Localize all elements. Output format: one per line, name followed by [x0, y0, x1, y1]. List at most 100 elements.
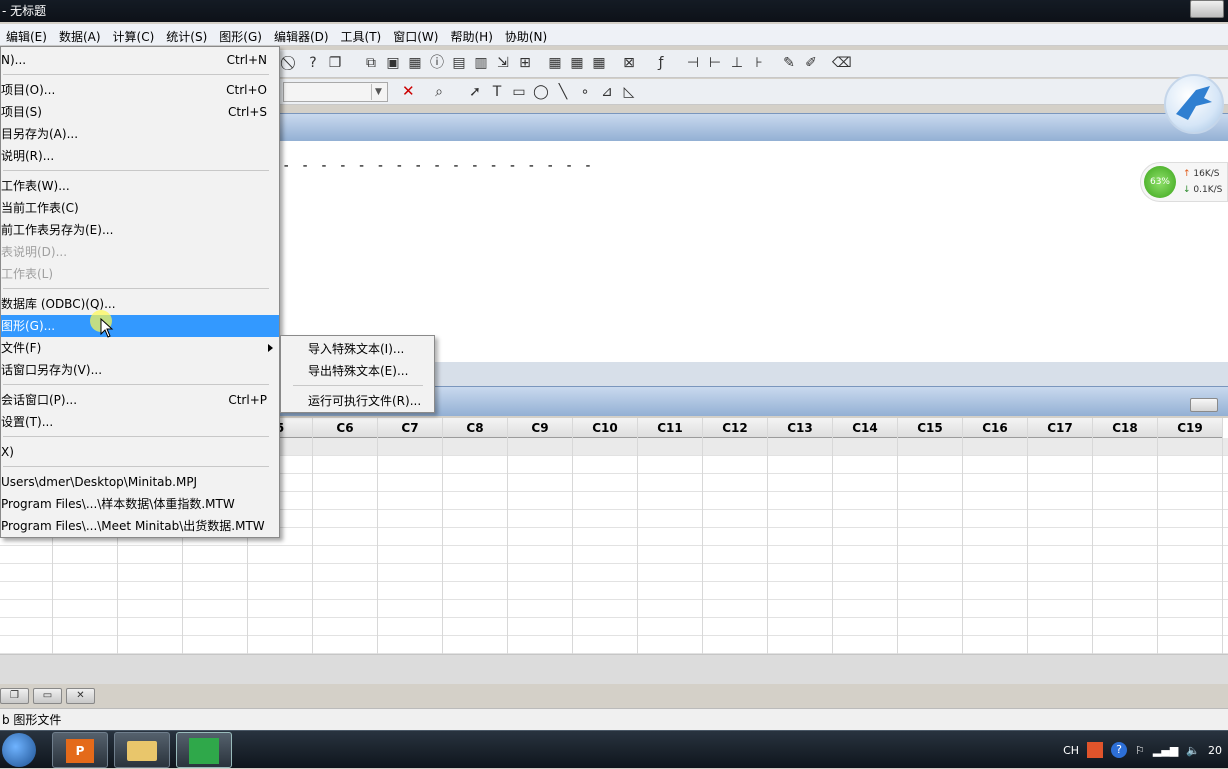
- clock[interactable]: 20: [1208, 744, 1222, 757]
- worksheet-icon[interactable]: ▦: [546, 54, 564, 72]
- info-icon[interactable]: ⓘ: [428, 54, 446, 72]
- polyline-tool-icon[interactable]: ⊿: [598, 83, 616, 101]
- graph-item-combo[interactable]: ▼: [283, 82, 388, 102]
- col-header[interactable]: C18: [1093, 418, 1158, 438]
- table-row[interactable]: [0, 618, 1228, 636]
- explorer-task-icon[interactable]: [114, 732, 170, 768]
- insert-col-icon[interactable]: ⊢: [706, 54, 724, 72]
- menu-item-save-worksheet[interactable]: 当前工作表(C): [1, 197, 279, 219]
- menu-help[interactable]: 帮助(H): [444, 24, 498, 45]
- menu-item-project-description[interactable]: 说明(R)...: [1, 145, 279, 167]
- col-header[interactable]: C14: [833, 418, 898, 438]
- network-icon[interactable]: ▂▄▆: [1153, 744, 1178, 757]
- submenu-export-special-text[interactable]: 导出特殊文本(E)...: [308, 360, 408, 382]
- input-method-icon[interactable]: [1087, 742, 1104, 758]
- session-icon[interactable]: ⧉: [362, 54, 380, 72]
- close-all-icon[interactable]: ⊠: [620, 54, 638, 72]
- menu-window[interactable]: 窗口(W): [387, 24, 444, 45]
- brush-icon[interactable]: ✎: [780, 54, 798, 72]
- ellipse-tool-icon[interactable]: ◯: [532, 83, 550, 101]
- grid-icon[interactable]: ▦: [568, 54, 586, 72]
- move-col-icon[interactable]: ⊥: [728, 54, 746, 72]
- col-header[interactable]: C13: [768, 418, 833, 438]
- menu-assist[interactable]: 协助(N): [499, 24, 553, 45]
- eraser-icon[interactable]: ⌫: [832, 54, 852, 72]
- menu-item-save-project[interactable]: 项目(S) Ctrl+S: [1, 101, 279, 123]
- language-indicator[interactable]: CH: [1063, 744, 1079, 757]
- col-header[interactable]: C7: [378, 418, 443, 438]
- menu-item-recent-3[interactable]: Program Files\...\Meet Minitab\出货数据.MTW: [1, 515, 279, 537]
- help-tray-icon[interactable]: ?: [1111, 742, 1128, 758]
- zoom-icon[interactable]: ⌕: [430, 83, 448, 101]
- menu-item-save-project-as[interactable]: 目另存为(A)...: [1, 123, 279, 145]
- menu-item-print-session[interactable]: 会话窗口(P)... Ctrl+P: [1, 389, 279, 411]
- col-header[interactable]: C8: [443, 418, 508, 438]
- worksheet-minimize-button[interactable]: [1190, 398, 1218, 412]
- col-header[interactable]: C10: [573, 418, 638, 438]
- table-row[interactable]: [0, 600, 1228, 618]
- manager-icon[interactable]: ⇲: [494, 54, 512, 72]
- cancel-icon[interactable]: ⃠: [282, 54, 300, 72]
- menu-item-database-odbc[interactable]: 数据库 (ODBC)(Q)...: [1, 293, 279, 315]
- menu-item-exit[interactable]: X): [1, 441, 279, 463]
- window-minimize-button[interactable]: [1190, 0, 1224, 18]
- layout-icon[interactable]: ⊞: [516, 54, 534, 72]
- text-tool-icon[interactable]: T: [488, 83, 506, 101]
- start-button-icon[interactable]: [2, 733, 36, 767]
- menu-calc[interactable]: 计算(C): [107, 24, 161, 45]
- crosshair-icon[interactable]: ✐: [802, 54, 820, 72]
- powerpoint-task-icon[interactable]: P: [52, 732, 108, 768]
- menu-editor[interactable]: 编辑器(D): [268, 24, 335, 45]
- col-header[interactable]: C11: [638, 418, 703, 438]
- submenu-import-special-text[interactable]: 导入特殊文本(I)...: [308, 338, 404, 360]
- function-icon[interactable]: ƒ: [652, 54, 670, 72]
- history-icon[interactable]: ▤: [450, 54, 468, 72]
- col-header[interactable]: C19: [1158, 418, 1223, 438]
- volume-icon[interactable]: 🔈: [1186, 744, 1200, 757]
- menu-item-new[interactable]: N)... Ctrl+N: [1, 49, 279, 71]
- col-header[interactable]: C12: [703, 418, 768, 438]
- windows-icon[interactable]: ▣: [384, 54, 402, 72]
- submenu-run-exec[interactable]: 运行可执行文件(R)...: [308, 390, 421, 412]
- flag-icon[interactable]: ⚐: [1135, 744, 1145, 757]
- delete-x-icon[interactable]: ✕: [402, 82, 415, 100]
- menu-stat[interactable]: 统计(S): [160, 24, 213, 45]
- select-arrow-icon[interactable]: ➚: [466, 83, 484, 101]
- minitab-task-icon[interactable]: [176, 732, 232, 768]
- network-speed-widget[interactable]: 63% ↑ 16K/S ↓ 0.1K/S: [1140, 162, 1228, 202]
- menu-edit[interactable]: 编辑(E): [0, 24, 53, 45]
- point-tool-icon[interactable]: ∘: [576, 83, 594, 101]
- menu-data[interactable]: 数据(A): [53, 24, 107, 45]
- menu-item-open-graph[interactable]: 图形(G)...: [1, 315, 279, 337]
- menu-item-print-setup[interactable]: 设置(T)...: [1, 411, 279, 433]
- menu-graph[interactable]: 图形(G): [213, 24, 268, 45]
- line-tool-icon[interactable]: ╲: [554, 83, 572, 101]
- menu-item-other-files[interactable]: 文件(F): [1, 337, 279, 359]
- graph-window-icon[interactable]: ▦: [406, 54, 424, 72]
- col-header[interactable]: C17: [1028, 418, 1093, 438]
- table-row[interactable]: [0, 582, 1228, 600]
- col-header[interactable]: C16: [963, 418, 1028, 438]
- menu-item-open-project[interactable]: 项目(O)... Ctrl+O: [1, 79, 279, 101]
- restore-icon[interactable]: ❐: [0, 688, 29, 704]
- help-icon[interactable]: ?: [304, 54, 322, 72]
- menu-item-recent-1[interactable]: Users\dmer\Desktop\Minitab.MPJ: [1, 471, 279, 493]
- col-header[interactable]: C15: [898, 418, 963, 438]
- close-icon[interactable]: ✕: [66, 688, 95, 704]
- menu-item-recent-2[interactable]: Program Files\...\样本数据\体重指数.MTW: [1, 493, 279, 515]
- report-icon[interactable]: ▥: [472, 54, 490, 72]
- session-window[interactable]: [280, 141, 1228, 362]
- polygon-tool-icon[interactable]: ◺: [620, 83, 638, 101]
- col-header[interactable]: C9: [508, 418, 573, 438]
- menu-tools[interactable]: 工具(T): [335, 24, 388, 45]
- table-row[interactable]: [0, 546, 1228, 564]
- insert-row-icon[interactable]: ⊣: [684, 54, 702, 72]
- menu-item-save-worksheet-as[interactable]: 前工作表另存为(E)...: [1, 219, 279, 241]
- cell-edit-icon[interactable]: ⊦: [750, 54, 768, 72]
- menu-item-open-worksheet[interactable]: 工作表(W)...: [1, 175, 279, 197]
- table-icon[interactable]: ▦: [590, 54, 608, 72]
- menu-item-save-session-as[interactable]: 话窗口另存为(V)...: [1, 359, 279, 381]
- table-row[interactable]: [0, 636, 1228, 654]
- rectangle-tool-icon[interactable]: ▭: [510, 83, 528, 101]
- col-header[interactable]: C6: [313, 418, 378, 438]
